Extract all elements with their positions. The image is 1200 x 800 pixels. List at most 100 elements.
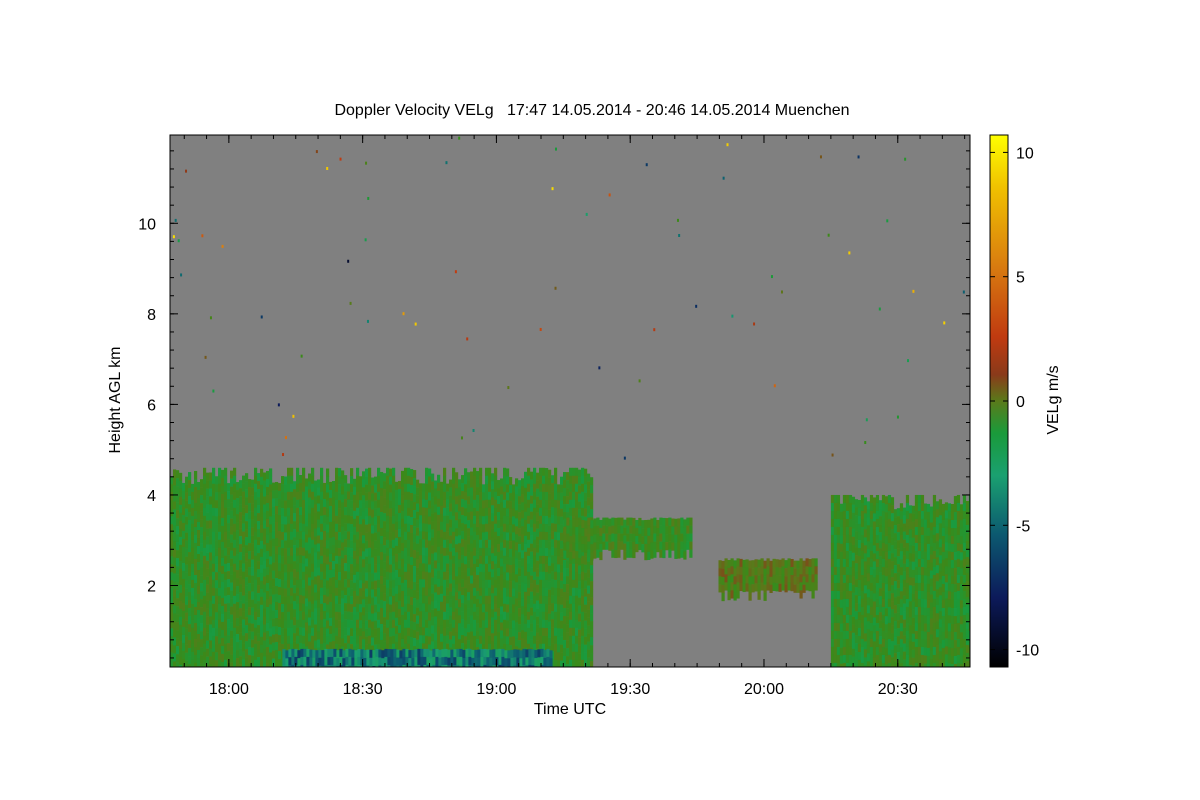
echo-cell <box>401 502 405 512</box>
echo-cell <box>956 518 961 528</box>
echo-cell <box>668 525 672 534</box>
echo-cell <box>245 665 249 667</box>
echo-cell <box>500 638 504 647</box>
echo-cell <box>754 559 758 568</box>
echo-cell <box>875 590 880 600</box>
echo-cell <box>389 612 393 621</box>
echo-cell <box>941 647 946 657</box>
echo-cell <box>386 595 390 604</box>
echo-cell <box>497 632 501 641</box>
echo-cell <box>446 531 450 540</box>
echo-cell <box>470 631 474 640</box>
echo-cell <box>836 534 841 544</box>
echo-cell <box>401 510 405 520</box>
echo-cell <box>344 507 348 516</box>
echo-cell <box>887 502 892 512</box>
echo-cell <box>872 593 877 602</box>
echo-cell <box>512 524 516 533</box>
echo-cell <box>560 660 564 667</box>
echo-cell <box>314 528 318 537</box>
echo-cell <box>479 579 483 588</box>
echo-cell <box>320 627 324 636</box>
echo-cell <box>404 619 408 628</box>
echo-cell <box>836 542 841 552</box>
echo-cell <box>179 536 183 546</box>
echo-cell <box>434 496 438 505</box>
echo-cell <box>935 597 940 606</box>
echo-cell <box>887 526 892 536</box>
echo-cell <box>428 596 432 605</box>
echo-cell <box>878 540 883 549</box>
echo-cell <box>479 635 483 644</box>
echo-cell <box>269 604 273 613</box>
echo-cell <box>194 574 198 584</box>
echo-cell <box>674 526 678 535</box>
echo-cell <box>338 556 342 565</box>
echo-cell <box>560 636 564 645</box>
echo-cell <box>674 542 678 551</box>
echo-cell <box>215 476 219 485</box>
echo-cell <box>733 568 737 577</box>
echo-cell <box>335 467 339 476</box>
echo-cell <box>263 600 267 609</box>
echo-cell <box>320 611 324 620</box>
echo-cell <box>248 479 252 488</box>
echo-cell <box>890 521 895 530</box>
echo-cell <box>923 503 928 512</box>
echo-cell <box>926 519 931 529</box>
echo-cell <box>941 551 946 561</box>
echo-cell <box>575 499 579 508</box>
echo-cell <box>290 563 294 572</box>
echo-cell <box>389 620 393 629</box>
echo-cell <box>197 594 201 603</box>
echo-cell <box>263 528 267 537</box>
echo-cell <box>461 579 465 588</box>
echo-cell <box>206 536 210 545</box>
echo-cell <box>590 605 594 614</box>
echo-cell <box>557 532 561 541</box>
echo-cell <box>596 541 600 550</box>
echo-cell <box>515 534 519 543</box>
echo-cell <box>575 603 579 612</box>
echo-cell <box>458 551 462 560</box>
echo-cell <box>317 575 321 584</box>
echo-cell <box>536 584 540 593</box>
echo-cell <box>854 539 859 548</box>
echo-cell <box>614 525 618 535</box>
echo-cell <box>884 496 889 505</box>
echo-cell <box>503 531 507 540</box>
echo-cell <box>542 499 546 508</box>
echo-cell <box>518 552 522 561</box>
echo-cell <box>182 610 186 620</box>
echo-cell <box>485 579 489 588</box>
echo-cell <box>314 504 318 513</box>
echo-cell <box>245 657 249 666</box>
echo-cell <box>212 643 216 652</box>
echo-cell <box>257 537 261 546</box>
echo-cell <box>587 497 591 506</box>
echo-cell <box>209 520 213 529</box>
echo-cell <box>242 499 246 508</box>
echo-cell <box>272 610 276 619</box>
echo-cell <box>452 563 456 572</box>
echo-cell <box>224 627 228 636</box>
echo-cell <box>959 592 964 601</box>
echo-cell <box>395 585 399 595</box>
echo-cell <box>266 614 270 624</box>
echo-cell <box>236 562 240 571</box>
echo-cell <box>317 567 321 576</box>
echo-cell <box>488 635 492 644</box>
echo-cell <box>386 547 390 556</box>
echo-cell <box>305 558 309 567</box>
echo-cell <box>884 600 889 609</box>
echo-cell <box>446 611 450 620</box>
echo-cell <box>374 628 378 637</box>
echo-cell <box>521 614 525 623</box>
echo-cell <box>354 650 358 659</box>
echo-cell <box>365 556 369 565</box>
echo-cell <box>449 511 453 520</box>
echo-cell <box>944 574 949 583</box>
echo-cell <box>878 556 883 565</box>
echo-cell <box>611 533 615 542</box>
echo-cell <box>278 603 282 612</box>
